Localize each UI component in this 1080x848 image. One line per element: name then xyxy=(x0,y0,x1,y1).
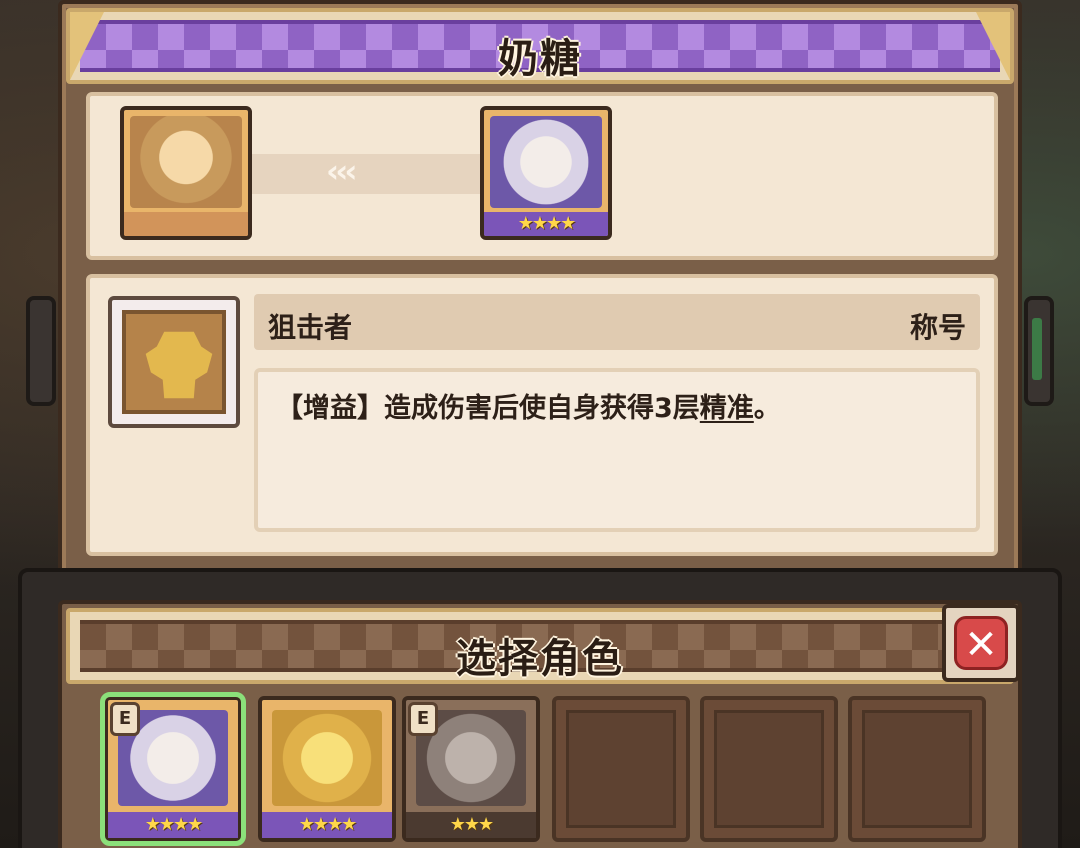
close-icon: ✕ xyxy=(964,622,998,668)
star-rating: ★★★★ xyxy=(144,814,204,835)
golden-bear-icon xyxy=(145,331,213,399)
yellow-haired-girl-portrait-icon xyxy=(272,710,382,806)
skill-description: 【增益】造成伤害后使自身获得3层精准。 xyxy=(276,393,781,424)
evolution-box: ‹‹‹ ★★★★ xyxy=(86,92,998,260)
character-info-panel: 奶糖 ‹‹‹ ★★★★ 狙击者 称号 【增益】造成伤害后使自身获得3层精准。 xyxy=(58,0,1022,578)
character-slot-1[interactable]: ★★★★ E xyxy=(100,692,246,846)
evolution-arrows-icon: ‹‹‹ xyxy=(326,152,358,190)
skill-box: 狙击者 称号 【增益】造成伤害后使自身获得3层精准。 xyxy=(86,274,998,556)
blonde-girl-portrait-icon xyxy=(130,116,242,208)
character-slot-2[interactable]: ★★★★ xyxy=(258,696,396,842)
evolution-arrow-track xyxy=(250,154,480,194)
empty-slot-5[interactable] xyxy=(700,696,838,842)
star-rating: ★★★★ xyxy=(298,814,358,835)
left-side-tab[interactable] xyxy=(26,296,56,406)
equip-badge: E xyxy=(110,702,140,736)
character-slot-3[interactable]: ★★★ E xyxy=(402,696,540,842)
select-title-ribbon: 选择角色 xyxy=(66,608,1014,684)
skill-header: 狙击者 称号 xyxy=(254,294,980,350)
skill-icon-frame[interactable] xyxy=(108,296,240,428)
select-title: 选择角色 xyxy=(456,636,624,682)
to-portrait[interactable]: ★★★★ xyxy=(480,106,612,240)
title-ribbon: 奶糖 xyxy=(66,8,1014,84)
character-slots: ★★★★ E ★★★★ ★★★ E xyxy=(96,692,986,848)
skill-name: 狙击者 xyxy=(268,311,353,344)
star-rating: ★★★ xyxy=(449,814,494,835)
star-rating: ★★★★ xyxy=(517,213,577,234)
skill-description-box: 【增益】造成伤害后使自身获得3层精准。 xyxy=(254,368,980,532)
keyword-link-precision[interactable]: 精准 xyxy=(700,393,754,424)
equip-badge: E xyxy=(408,702,438,736)
white-haired-girl-portrait-icon xyxy=(490,116,602,208)
from-portrait[interactable] xyxy=(120,106,252,240)
skill-type: 称号 xyxy=(909,311,966,344)
character-name: 奶糖 xyxy=(498,36,582,82)
close-button[interactable]: ✕ xyxy=(942,604,1020,682)
empty-slot-6[interactable] xyxy=(848,696,986,842)
empty-slot-4[interactable] xyxy=(552,696,690,842)
right-side-tab[interactable] xyxy=(1024,296,1054,406)
